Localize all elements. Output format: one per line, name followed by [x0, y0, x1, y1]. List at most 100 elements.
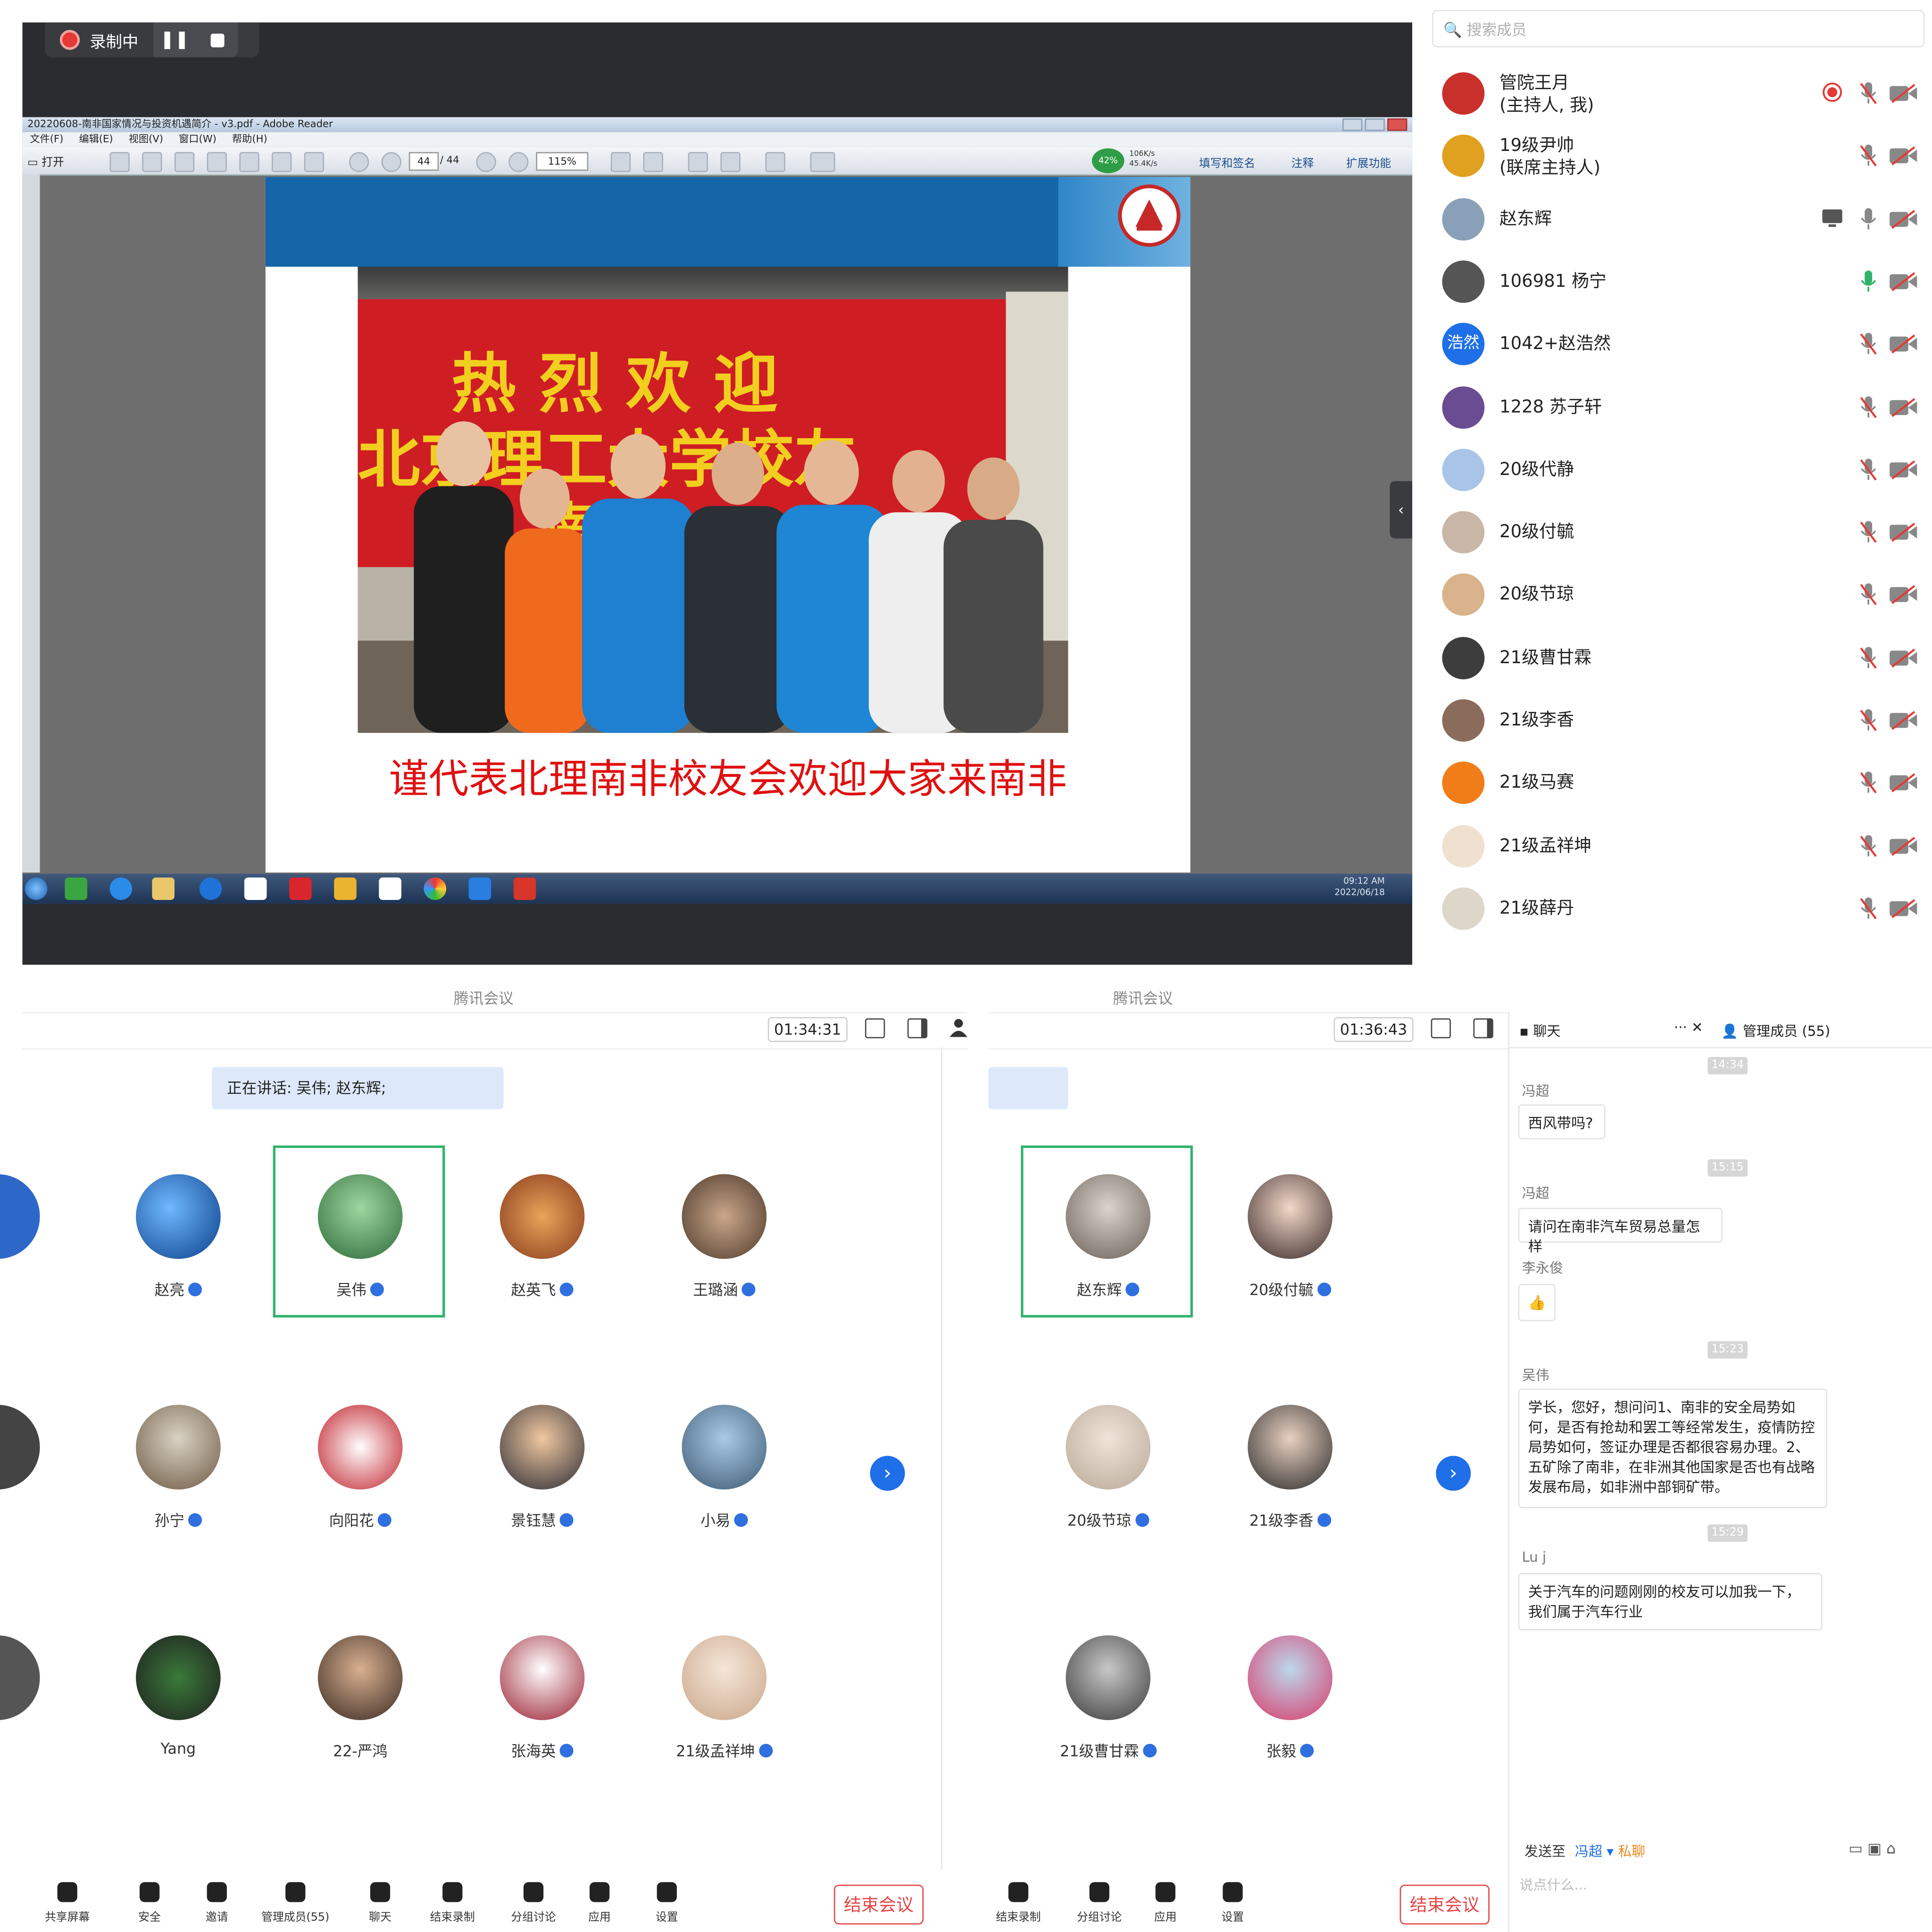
page-up-icon[interactable] — [349, 152, 369, 172]
right-end-meeting-button[interactable]: 结束会议 — [1399, 1884, 1490, 1925]
toolbar-button[interactable]: 设置 — [630, 1880, 705, 1924]
member-row[interactable]: 21级李香 — [1415, 689, 1932, 751]
chat-tab[interactable]: ▪ 聊天 — [1519, 1021, 1560, 1041]
video-tile[interactable]: 向阳花 — [298, 1405, 423, 1542]
more-icon[interactable]: ··· ✕ — [1674, 1020, 1703, 1036]
video-tile[interactable]: 赵亮 — [116, 1174, 241, 1311]
mic-muted-icon[interactable] — [1858, 771, 1878, 796]
manage-members-tab[interactable]: 👤 管理成员 (55) — [1721, 1021, 1830, 1041]
camera-off-icon[interactable] — [1889, 585, 1918, 605]
video-tile[interactable]: 孙宁 — [116, 1405, 241, 1542]
email-icon[interactable] — [304, 152, 325, 172]
mic-muted-icon[interactable] — [1858, 896, 1878, 921]
fullscreen-icon[interactable] — [1431, 1018, 1451, 1039]
layout-icon[interactable] — [907, 1018, 928, 1039]
video-tile[interactable]: 景钰慧 — [480, 1405, 604, 1542]
tencent-meeting-icon[interactable] — [468, 877, 491, 900]
mic-muted-icon[interactable] — [1858, 583, 1878, 608]
video-tile[interactable]: 赵东辉 — [1046, 1174, 1170, 1311]
menu-edit[interactable]: 编辑(E) — [79, 133, 113, 145]
member-row[interactable]: 19级尹帅 (联席主持人) — [1415, 125, 1932, 187]
mic-muted-icon[interactable] — [1858, 144, 1878, 169]
folder-icon[interactable] — [152, 877, 175, 900]
camera-off-icon[interactable] — [1889, 272, 1918, 291]
send-to-target[interactable]: 冯超 — [1575, 1843, 1602, 1859]
page-number-input[interactable]: 44 — [408, 152, 439, 171]
video-tile[interactable]: 张毅 — [1228, 1635, 1352, 1773]
next-page-button[interactable]: › — [1436, 1456, 1471, 1491]
member-row[interactable]: 106981 杨宁 — [1415, 250, 1932, 313]
app-icon[interactable] — [65, 877, 87, 900]
camera-off-icon[interactable] — [1889, 773, 1918, 793]
left-end-meeting-button[interactable]: 结束会议 — [833, 1884, 924, 1925]
video-tile[interactable]: 21级李香 — [1228, 1405, 1352, 1542]
fit-page-icon[interactable] — [643, 152, 663, 172]
sogou-icon[interactable] — [199, 877, 222, 900]
camera-off-icon[interactable] — [1889, 899, 1918, 918]
create-icon[interactable] — [109, 152, 130, 172]
camera-off-icon[interactable] — [1889, 334, 1918, 354]
comment-link[interactable]: 注释 — [1291, 155, 1314, 171]
video-tile[interactable]: 吴伟 — [298, 1174, 423, 1311]
member-row[interactable]: 20级节琼 — [1415, 564, 1932, 626]
reader-nav-pane[interactable] — [22, 174, 40, 873]
close-button[interactable] — [1387, 118, 1407, 131]
camera-off-icon[interactable] — [1889, 522, 1918, 542]
pause-recording-button[interactable]: ❚❚ — [153, 22, 196, 58]
menu-file[interactable]: 文件(F) — [30, 133, 63, 145]
member-icon[interactable] — [949, 1017, 967, 1037]
combine-icon[interactable] — [142, 152, 162, 172]
stop-recording-button[interactable] — [195, 22, 238, 58]
mic-muted-icon[interactable] — [1858, 708, 1878, 733]
mic-icon[interactable] — [1858, 207, 1878, 232]
member-row[interactable]: 21级薛丹 — [1415, 877, 1932, 940]
camera-off-icon[interactable] — [1889, 146, 1918, 166]
app-white-icon[interactable] — [379, 877, 401, 900]
maximize-button[interactable] — [1365, 118, 1385, 131]
mic-muted-icon[interactable] — [1858, 833, 1878, 858]
member-row[interactable]: 21级曹甘霖 — [1415, 626, 1932, 689]
ie-icon[interactable] — [109, 877, 133, 900]
print-icon[interactable] — [272, 152, 292, 172]
start-icon[interactable] — [25, 877, 48, 900]
private-chat-label[interactable]: 私聊 — [1618, 1843, 1645, 1859]
edit-icon[interactable] — [174, 152, 195, 172]
fullscreen-icon[interactable] — [865, 1018, 885, 1039]
camera-off-icon[interactable] — [1889, 460, 1918, 480]
mic-muted-icon[interactable] — [1858, 457, 1878, 482]
camera-off-icon[interactable] — [1889, 836, 1918, 856]
toolbar-button[interactable]: 结束录制 — [415, 1880, 490, 1924]
toolbar-button[interactable]: 应用 — [562, 1880, 637, 1924]
app-red-icon[interactable] — [289, 877, 312, 900]
video-tile[interactable]: 张海英 — [480, 1635, 604, 1773]
video-tile[interactable]: 22-严鸿 — [298, 1635, 423, 1773]
member-row[interactable]: 管院王月 (主持人, 我) — [1415, 62, 1932, 125]
toolbar-button[interactable]: 设置 — [1195, 1880, 1270, 1924]
toolbar-button[interactable]: 结束录制 — [981, 1880, 1056, 1924]
next-page-button[interactable]: › — [870, 1456, 905, 1491]
camera-off-icon[interactable] — [1889, 209, 1918, 229]
toolbar-button[interactable]: 聊天 — [343, 1880, 418, 1924]
camera-off-icon[interactable] — [1889, 83, 1918, 103]
zoom-out-icon[interactable] — [476, 152, 496, 172]
mic-muted-icon[interactable] — [1858, 394, 1878, 419]
mic-muted-icon[interactable] — [1858, 332, 1878, 357]
open-button[interactable]: ▭ 打开 — [27, 153, 64, 169]
toolbar-button[interactable]: 应用 — [1128, 1880, 1203, 1924]
menu-window[interactable]: 窗口(W) — [179, 133, 217, 145]
chat-tool-icons[interactable]: ▭ ▣ ⌂ — [1849, 1840, 1896, 1857]
chrome-icon[interactable] — [424, 877, 447, 900]
layout-icon[interactable] — [1473, 1018, 1493, 1039]
word-icon[interactable] — [244, 877, 267, 900]
camera-off-icon[interactable] — [1889, 397, 1918, 417]
menu-view[interactable]: 视图(V) — [129, 133, 163, 145]
fit-width-icon[interactable] — [610, 152, 631, 172]
hand-tool-icon[interactable] — [810, 152, 835, 172]
acrobat-icon[interactable] — [513, 877, 536, 900]
member-row[interactable]: 21级孟祥坤 — [1415, 815, 1932, 877]
cloud-icon[interactable] — [207, 152, 227, 172]
save-icon[interactable] — [239, 152, 259, 172]
zoom-in-icon[interactable] — [508, 152, 529, 172]
fullscreen-icon[interactable] — [765, 152, 785, 172]
member-row[interactable]: 21级马赛 — [1415, 752, 1932, 814]
